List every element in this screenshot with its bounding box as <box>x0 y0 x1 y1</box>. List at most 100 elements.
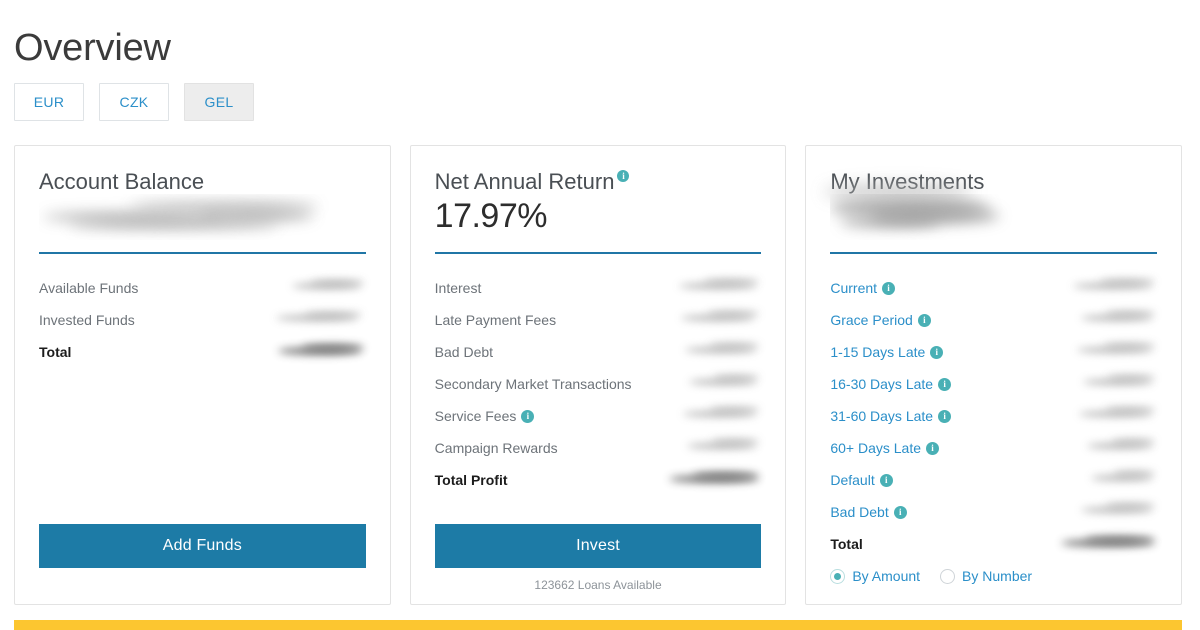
row-label-grace-period[interactable]: Grace Period i <box>830 312 931 328</box>
row-value-bad-debt-redacted <box>669 343 761 361</box>
row-label-late-payment-fees: Late Payment Fees <box>434 312 557 328</box>
row-label-31-60-days-late-text: 31-60 Days Late <box>830 408 934 424</box>
net-annual-return-rows: Interest Late Payment Fees Bad Debt Seco… <box>435 272 762 496</box>
cards-row: Account Balance Available Funds Invested… <box>14 145 1183 605</box>
add-funds-button[interactable]: Add Funds <box>39 524 366 568</box>
invest-button[interactable]: Invest <box>434 524 762 568</box>
page-title: Overview <box>14 27 171 70</box>
table-row: 16-30 Days Late i <box>830 368 1157 400</box>
table-row: Bad Debt i <box>830 496 1157 528</box>
loans-available-text: 123662 Loans Available <box>534 578 662 592</box>
info-icon[interactable]: i <box>917 313 931 327</box>
info-icon[interactable]: i <box>882 281 896 295</box>
table-row: Bad Debt <box>435 336 762 368</box>
info-icon[interactable]: i <box>938 409 952 423</box>
table-row: Interest <box>435 272 762 304</box>
currency-tab-gel[interactable]: GEL <box>184 83 254 121</box>
info-icon[interactable]: i <box>879 473 893 487</box>
account-balance-title-text: Account Balance <box>39 169 205 194</box>
radio-by-number[interactable]: By Number <box>940 568 1032 584</box>
row-label-bad-debt: Bad Debt <box>434 344 494 360</box>
row-label-31-60-days-late[interactable]: 31-60 Days Late i <box>830 408 952 424</box>
row-label-current-text: Current <box>830 280 878 296</box>
row-value-total-profit-redacted <box>669 471 761 489</box>
table-row: Secondary Market Transactions <box>435 368 762 400</box>
row-label-bad-debt-investments-text: Bad Debt <box>830 504 889 520</box>
row-label-total-profit: Total Profit <box>434 472 508 488</box>
table-row: Total <box>830 528 1157 560</box>
account-balance-actions: Add Funds <box>39 524 366 604</box>
row-label-current[interactable]: Current i <box>830 280 896 296</box>
radio-by-number-label: By Number <box>962 568 1033 584</box>
row-label-available-funds: Available Funds <box>39 280 139 296</box>
row-value-grace-period-redacted <box>1065 311 1157 329</box>
row-value-total-redacted <box>274 343 366 361</box>
row-value-available-funds-redacted <box>274 279 366 297</box>
table-row: 60+ Days Late i <box>830 432 1157 464</box>
table-row: Default i <box>830 464 1157 496</box>
info-icon[interactable]: i <box>938 377 952 391</box>
currency-tab-eur-label: EUR <box>33 94 65 110</box>
currency-tab-czk-label: CZK <box>119 94 149 110</box>
table-row: Late Payment Fees <box>435 304 762 336</box>
row-label-60-plus-days-late[interactable]: 60+ Days Late i <box>830 440 940 456</box>
card-my-investments: My Investments Current i Grace Period i … <box>805 145 1183 605</box>
row-label-interest: Interest <box>434 280 482 296</box>
row-label-service-fees-text: Service Fees <box>434 408 517 424</box>
row-value-total-investments-redacted <box>1061 535 1157 553</box>
row-label-16-30-days-late[interactable]: 16-30 Days Late i <box>830 376 952 392</box>
currency-tab-eur[interactable]: EUR <box>14 83 84 121</box>
row-label-default-text: Default <box>830 472 875 488</box>
my-investments-divider <box>830 252 1158 254</box>
account-balance-divider <box>39 252 366 254</box>
my-investments-title: My Investments <box>824 168 1157 200</box>
table-row: Current i <box>830 272 1157 304</box>
card-account-balance: Account Balance Available Funds Invested… <box>14 145 391 605</box>
table-row: Grace Period i <box>830 304 1157 336</box>
net-annual-return-value: 17.97% <box>434 197 548 235</box>
row-value-interest-redacted <box>669 279 761 297</box>
row-value-secondary-market-redacted <box>669 375 761 393</box>
info-icon[interactable]: i <box>930 345 944 359</box>
net-annual-return-divider <box>434 252 762 254</box>
radio-by-amount[interactable]: By Amount <box>830 568 920 584</box>
overview-page: Overview EUR CZK GEL Account Balance Ava… <box>0 0 1200 630</box>
row-value-campaign-rewards-redacted <box>669 439 761 457</box>
row-label-60-plus-days-late-text: 60+ Days Late <box>830 440 922 456</box>
table-row: Total <box>39 336 366 368</box>
currency-tab-czk[interactable]: CZK <box>99 83 169 121</box>
account-balance-rows: Available Funds Invested Funds Total <box>39 272 366 368</box>
info-icon[interactable]: i <box>617 170 630 182</box>
table-row: Service Fees i <box>435 400 762 432</box>
net-annual-return-actions: Invest 123662 Loans Available <box>434 524 762 604</box>
info-icon[interactable]: i <box>893 505 907 519</box>
row-value-1-15-days-late-redacted <box>1065 343 1157 361</box>
row-value-invested-funds-redacted <box>274 311 366 329</box>
row-label-default[interactable]: Default i <box>830 472 893 488</box>
row-label-1-15-days-late[interactable]: 1-15 Days Late i <box>830 344 944 360</box>
my-investments-rows: Current i Grace Period i 1-15 Days Late … <box>830 272 1157 560</box>
row-label-16-30-days-late-text: 16-30 Days Late <box>830 376 934 392</box>
radio-by-amount-dot[interactable] <box>830 568 846 584</box>
net-annual-return-title-text: Net Annual Return <box>434 169 615 194</box>
row-value-bad-debt-investments-redacted <box>1065 503 1157 521</box>
row-label-total: Total <box>39 344 72 360</box>
radio-by-number-dot[interactable] <box>940 568 956 584</box>
table-row: Invested Funds <box>39 304 366 336</box>
row-value-60-plus-days-late-redacted <box>1065 439 1157 457</box>
info-icon[interactable]: i <box>521 409 535 423</box>
investments-mode-radio-group: By Amount By Number <box>830 568 1157 598</box>
my-investments-amount-redacted <box>830 194 1157 240</box>
currency-tab-gel-label: GEL <box>204 94 234 110</box>
row-label-invested-funds: Invested Funds <box>39 312 135 328</box>
net-annual-return-title: Net Annual Return i <box>435 168 762 196</box>
table-row: Campaign Rewards <box>435 432 762 464</box>
row-value-current-redacted <box>1065 279 1157 297</box>
row-label-1-15-days-late-text: 1-15 Days Late <box>830 344 926 360</box>
table-row: 31-60 Days Late i <box>830 400 1157 432</box>
table-row: Available Funds <box>39 272 366 304</box>
row-label-total-investments: Total <box>830 536 863 552</box>
row-label-bad-debt-investments[interactable]: Bad Debt i <box>830 504 907 520</box>
info-icon[interactable]: i <box>926 441 940 455</box>
bottom-accent-bar <box>14 620 1182 630</box>
